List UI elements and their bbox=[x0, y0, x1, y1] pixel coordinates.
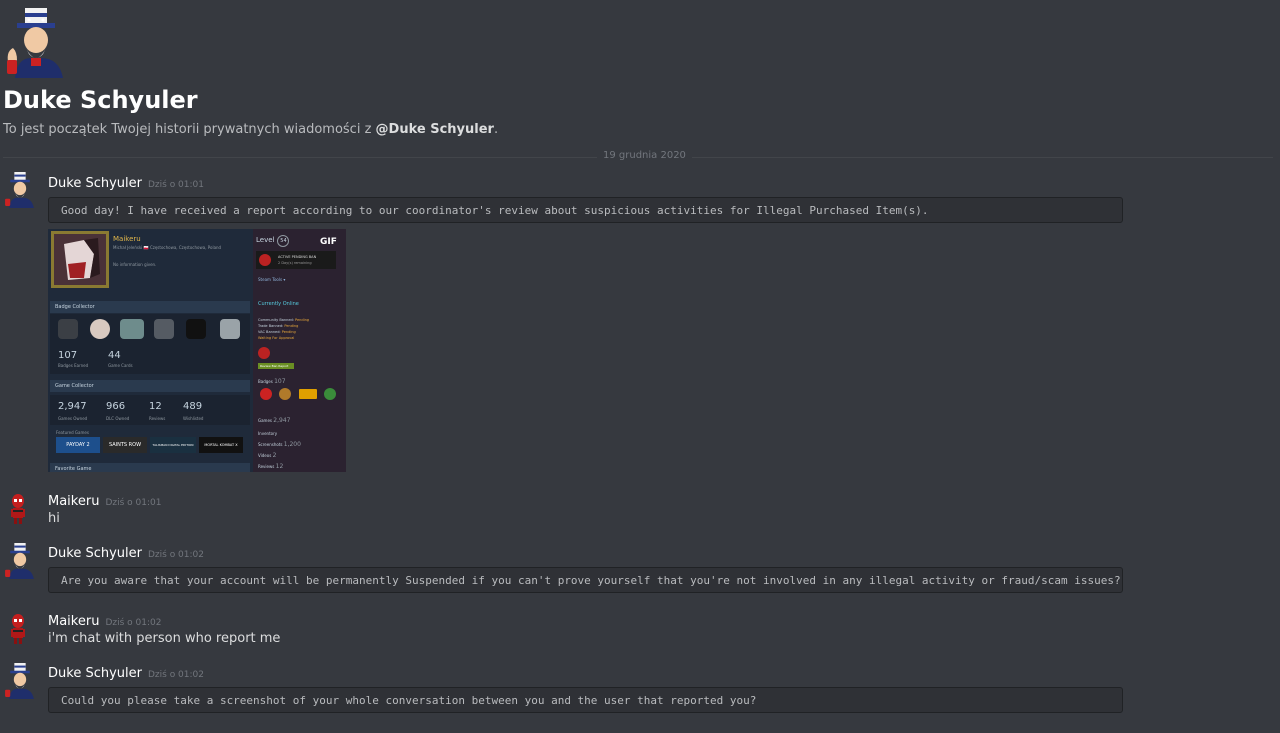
embed-profile-location: Michał Jeleński 🇵🇱 Częstochowa, Częstoch… bbox=[113, 245, 222, 250]
embed-reviews-label: Reviews bbox=[149, 416, 166, 421]
attached-image[interactable]: Maikeru Michał Jeleński 🇵🇱 Częstochowa, … bbox=[48, 229, 346, 472]
intro-user-mention[interactable]: @Duke Schyuler bbox=[376, 122, 494, 137]
embed-featured-games-label: Featured Games bbox=[56, 430, 89, 435]
embed-reviews-side: Reviews 12 bbox=[258, 463, 284, 470]
embed-badges-earned-label: Badges Earned bbox=[58, 363, 89, 368]
deadpool-icon bbox=[258, 347, 270, 359]
message-author[interactable]: Duke Schyuler Dziś o 01:02 bbox=[48, 546, 204, 561]
message-timestamp: Dziś o 01:01 bbox=[105, 498, 162, 508]
duke-schyuler-avatar[interactable] bbox=[3, 172, 37, 208]
embed-inventory-side: Inventory bbox=[258, 431, 278, 436]
embed-dlc-owned: 966 bbox=[106, 401, 126, 412]
message-timestamp: Dziś o 01:02 bbox=[147, 670, 204, 680]
maikeru-avatar[interactable] bbox=[3, 490, 37, 526]
embed-games-owned: 2,947 bbox=[58, 401, 87, 412]
2k-badge-icon bbox=[299, 389, 317, 399]
embed-badges-earned: 107 bbox=[58, 350, 78, 361]
embed-status-row: Trade Banned: Pending bbox=[258, 324, 299, 328]
embed-profile-avatar bbox=[51, 231, 109, 288]
embed-dlc-owned-label: DLC Owned bbox=[106, 416, 130, 421]
embed-game-collector-header: Game Collector bbox=[50, 380, 250, 392]
dm-header: Duke Schyuler To jest początek Twojej hi… bbox=[3, 8, 1273, 137]
embed-wishlisted: 489 bbox=[183, 401, 203, 412]
embed-review-ban-button: Review Ban Report bbox=[258, 363, 294, 369]
landscape-badge-icon bbox=[120, 319, 144, 339]
embed-games-owned-label: Games Owned bbox=[58, 416, 88, 421]
embed-badge-collector-header: Badge Collector bbox=[50, 301, 250, 313]
message-code-block: Are you aware that your account will be … bbox=[48, 567, 1123, 593]
embed-reviews: 12 bbox=[149, 401, 162, 412]
message-text: i'm chat with person who report me bbox=[48, 631, 281, 646]
isaac-badge-icon bbox=[90, 319, 110, 339]
embed-wishlisted-label: Wishlisted bbox=[183, 416, 204, 421]
embed-game-cards: 44 bbox=[108, 350, 121, 361]
embed-status-row: Community Banned: Pending bbox=[258, 318, 310, 322]
embed-favorite-game-header: Favorite Game bbox=[50, 463, 250, 472]
cookie-badge-icon bbox=[279, 388, 291, 400]
embed-profile-info: No information given. bbox=[113, 262, 157, 267]
embed-status-row: Waiting For Approval bbox=[258, 336, 295, 340]
clock-badge-icon bbox=[324, 388, 336, 400]
message-author[interactable]: Duke Schyuler Dziś o 01:01 bbox=[48, 176, 204, 191]
embed-level: Level 54 bbox=[256, 235, 290, 247]
spiderman-badge-icon bbox=[260, 388, 272, 400]
duke-schyuler-avatar-large[interactable] bbox=[3, 8, 69, 78]
embed-profile-name: Maikeru bbox=[113, 235, 141, 243]
embed-gif-label: GIF bbox=[320, 237, 337, 247]
bat-badge-icon bbox=[186, 319, 206, 339]
embed-game-mortal-kombat: MORTAL KOMBAT X bbox=[199, 437, 243, 453]
message-author[interactable]: Maikeru Dziś o 01:02 bbox=[48, 614, 161, 629]
embed-game-talisman: TALISMAN DIGITAL EDITION bbox=[150, 437, 196, 453]
message-author[interactable]: Maikeru Dziś o 01:01 bbox=[48, 494, 161, 509]
dm-intro-text: To jest początek Twojej historii prywatn… bbox=[3, 122, 499, 137]
message-code-block: Could you please take a screenshot of yo… bbox=[48, 687, 1123, 713]
message-code-block: Good day! I have received a report accor… bbox=[48, 197, 1123, 223]
magic-badge-icon bbox=[58, 319, 78, 339]
maikeru-avatar[interactable] bbox=[3, 610, 37, 646]
embed-screenshots-side: Screenshots 1,200 bbox=[258, 441, 301, 448]
message-timestamp: Dziś o 01:02 bbox=[147, 550, 204, 560]
dm-title: Duke Schyuler bbox=[3, 86, 198, 114]
embed-status-row: VAC Banned: Pending bbox=[258, 330, 296, 334]
embed-steam-tools: Steam Tools ▾ bbox=[258, 277, 286, 282]
ban-badge-icon bbox=[259, 254, 271, 266]
mask-badge-icon bbox=[220, 319, 240, 339]
embed-game-cards-label: Game Cards bbox=[108, 363, 133, 368]
embed-games-side: Games 2,947 bbox=[258, 417, 291, 424]
date-divider-label: 19 grudnia 2020 bbox=[597, 150, 692, 161]
embed-game-payday: PAYDAY 2 bbox=[56, 437, 100, 453]
duke-schyuler-avatar[interactable] bbox=[3, 663, 37, 699]
message-timestamp: Dziś o 01:01 bbox=[147, 180, 204, 190]
embed-badges-side: Badges 107 bbox=[258, 378, 286, 385]
embed-videos-side: Videos 2 bbox=[258, 452, 277, 459]
axe-badge-icon bbox=[154, 319, 174, 339]
message-text: hi bbox=[48, 511, 60, 526]
embed-game-saints-row: SAINTS ROW bbox=[103, 437, 147, 453]
embed-ban-box: ACTIVE PENDING BAN 2 Day(s) remaining bbox=[256, 251, 336, 269]
embed-currently-online: Currently Online bbox=[258, 301, 299, 307]
message-author[interactable]: Duke Schyuler Dziś o 01:02 bbox=[48, 666, 204, 681]
duke-schyuler-avatar[interactable] bbox=[3, 543, 37, 579]
message-timestamp: Dziś o 01:02 bbox=[105, 618, 162, 628]
